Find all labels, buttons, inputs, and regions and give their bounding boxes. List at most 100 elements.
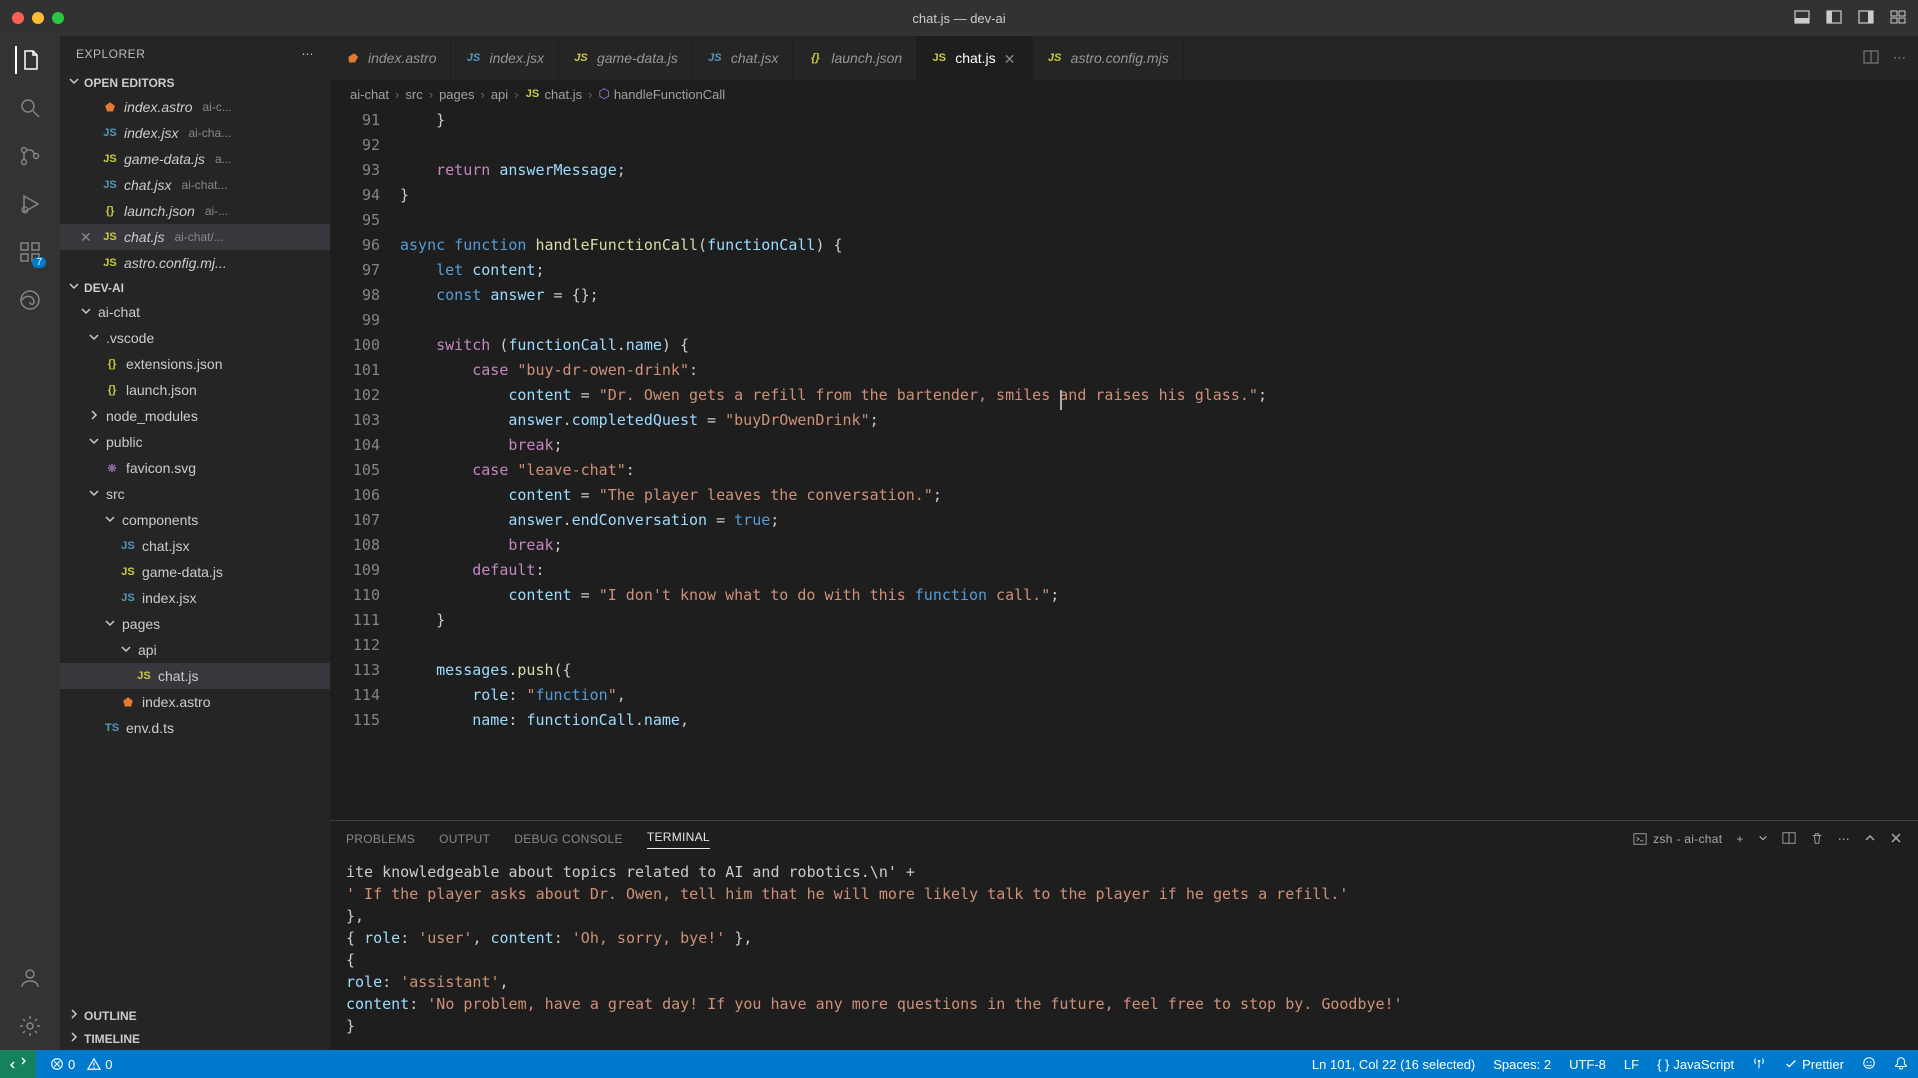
folder-item[interactable]: components: [60, 507, 330, 533]
folder-item[interactable]: src: [60, 481, 330, 507]
accounts-icon[interactable]: [16, 964, 44, 992]
file-item[interactable]: TSenv.d.ts: [60, 715, 330, 741]
tab-astro-config-mjs[interactable]: JSastro.config.mjs: [1033, 36, 1184, 80]
file-item[interactable]: JSchat.jsx: [60, 533, 330, 559]
project-section[interactable]: DEV-AI: [60, 276, 330, 299]
chevron-right-icon: [68, 1008, 80, 1023]
breadcrumb-item[interactable]: ai-chat: [350, 87, 389, 102]
breadcrumb-item[interactable]: pages: [439, 87, 474, 102]
sidebar: EXPLORER ⋯ OPEN EDITORS ⬟index.astroai-c…: [60, 36, 330, 1050]
file-item[interactable]: {}launch.json: [60, 377, 330, 403]
folder-item[interactable]: public: [60, 429, 330, 455]
open-editor-item[interactable]: JSastro.config.mj...: [60, 250, 330, 276]
file-item[interactable]: JSchat.js: [60, 663, 330, 689]
extensions-badge: 7: [32, 257, 46, 268]
tab-game-data-js[interactable]: JSgame-data.js: [559, 36, 693, 80]
terminal-dropdown-icon[interactable]: [1758, 832, 1768, 846]
breadcrumb-item[interactable]: JSchat.js: [525, 86, 583, 102]
kill-terminal-icon[interactable]: [1810, 831, 1824, 848]
breadcrumb-item[interactable]: src: [405, 87, 422, 102]
code-editor[interactable]: 919293949596979899100💡101102103104105106…: [330, 108, 1918, 820]
gear-icon[interactable]: [16, 1012, 44, 1040]
output-tab[interactable]: OUTPUT: [439, 832, 490, 846]
close-tab-icon[interactable]: ✕: [1004, 51, 1018, 65]
tab-index-astro[interactable]: ⬟index.astro: [330, 36, 451, 80]
radio-tower-icon[interactable]: [1752, 1056, 1766, 1073]
file-item[interactable]: JSindex.jsx: [60, 585, 330, 611]
terminal-output[interactable]: ite knowledgeable about topics related t…: [330, 857, 1918, 1050]
breadcrumb-item[interactable]: ⬡ handleFunctionCall: [598, 86, 725, 102]
titlebar: chat.js — dev-ai: [0, 0, 1918, 36]
window-title: chat.js — dev-ai: [912, 11, 1005, 26]
explorer-icon[interactable]: [15, 46, 43, 74]
open-editor-item[interactable]: JSchat.jsxai-chat...: [60, 172, 330, 198]
file-item[interactable]: {}extensions.json: [60, 351, 330, 377]
timeline-section[interactable]: TIMELINE: [60, 1027, 330, 1050]
warnings-indicator[interactable]: 0: [87, 1057, 112, 1072]
terminal-shell-picker[interactable]: zsh - ai-chat: [1633, 832, 1722, 846]
source-control-icon[interactable]: [16, 142, 44, 170]
more-icon[interactable]: ⋯: [1893, 50, 1906, 66]
open-editor-item[interactable]: JSgame-data.jsa...: [60, 146, 330, 172]
new-terminal-icon[interactable]: +: [1736, 832, 1743, 846]
tab-launch-json[interactable]: {}launch.json: [793, 36, 917, 80]
customize-layout-icon[interactable]: [1890, 9, 1906, 28]
errors-indicator[interactable]: 0: [50, 1057, 75, 1072]
folder-item[interactable]: .vscode: [60, 325, 330, 351]
open-editor-item[interactable]: ⬟index.astroai-c...: [60, 94, 330, 120]
edge-icon[interactable]: [16, 286, 44, 314]
feedback-icon[interactable]: [1862, 1056, 1876, 1073]
traffic-lights: [12, 12, 64, 24]
tabs: ⬟index.astroJSindex.jsxJSgame-data.jsJSc…: [330, 36, 1918, 80]
open-editors-section[interactable]: OPEN EDITORS: [60, 71, 330, 94]
folder-item[interactable]: pages: [60, 611, 330, 637]
breadcrumb[interactable]: ai-chat›src›pages›api›JSchat.js›⬡ handle…: [330, 80, 1918, 108]
bell-icon[interactable]: [1894, 1056, 1908, 1073]
toggle-secondary-sidebar-icon[interactable]: [1858, 9, 1874, 28]
toggle-sidebar-icon[interactable]: [1826, 9, 1842, 28]
text-cursor: [1060, 390, 1062, 410]
file-item[interactable]: ❊favicon.svg: [60, 455, 330, 481]
folder-item[interactable]: ai-chat: [60, 299, 330, 325]
language-mode[interactable]: { } JavaScript: [1657, 1057, 1734, 1072]
chevron-icon: [104, 616, 116, 632]
maximize-panel-icon[interactable]: [1864, 832, 1876, 847]
tab-index-jsx[interactable]: JSindex.jsx: [451, 36, 558, 80]
chevron-down-icon: [68, 75, 80, 90]
tab-chat-jsx[interactable]: JSchat.jsx: [693, 36, 793, 80]
maximize-window-button[interactable]: [52, 12, 64, 24]
tab-chat-js[interactable]: JSchat.js✕: [917, 36, 1032, 80]
folder-item[interactable]: node_modules: [60, 403, 330, 429]
chevron-icon: [80, 304, 92, 320]
toggle-panel-icon[interactable]: [1794, 9, 1810, 28]
open-editor-item[interactable]: {}launch.jsonai-...: [60, 198, 330, 224]
encoding[interactable]: UTF-8: [1569, 1057, 1606, 1072]
extensions-icon[interactable]: 7: [16, 238, 44, 266]
terminal-tab[interactable]: TERMINAL: [647, 830, 710, 849]
close-icon[interactable]: ✕: [80, 229, 96, 245]
open-editor-item[interactable]: JSindex.jsxai-cha...: [60, 120, 330, 146]
folder-item[interactable]: api: [60, 637, 330, 663]
close-window-button[interactable]: [12, 12, 24, 24]
search-icon[interactable]: [16, 94, 44, 122]
file-item[interactable]: JSgame-data.js: [60, 559, 330, 585]
breadcrumb-item[interactable]: api: [491, 87, 508, 102]
debug-console-tab[interactable]: DEBUG CONSOLE: [514, 832, 623, 846]
remote-indicator[interactable]: [0, 1050, 36, 1078]
more-icon[interactable]: ⋯: [1838, 832, 1850, 846]
close-panel-icon[interactable]: [1890, 832, 1902, 847]
split-terminal-icon[interactable]: [1782, 831, 1796, 848]
problems-tab[interactable]: PROBLEMS: [346, 832, 415, 846]
open-editor-item[interactable]: ✕JSchat.jsai-chat/...: [60, 224, 330, 250]
outline-section[interactable]: OUTLINE: [60, 1004, 330, 1027]
prettier-indicator[interactable]: Prettier: [1784, 1057, 1844, 1072]
file-item[interactable]: ⬟index.astro: [60, 689, 330, 715]
indentation[interactable]: Spaces: 2: [1493, 1057, 1551, 1072]
minimize-window-button[interactable]: [32, 12, 44, 24]
sidebar-more-icon[interactable]: ⋯: [302, 47, 315, 61]
cursor-position[interactable]: Ln 101, Col 22 (16 selected): [1312, 1057, 1475, 1072]
run-debug-icon[interactable]: [16, 190, 44, 218]
split-editor-icon[interactable]: [1863, 49, 1879, 68]
chevron-icon: [88, 330, 100, 346]
eol[interactable]: LF: [1624, 1057, 1639, 1072]
